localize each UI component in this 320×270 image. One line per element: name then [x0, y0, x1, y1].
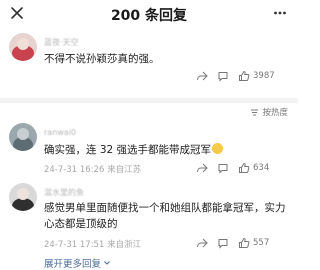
- comment-username[interactable]: 蓝夜·天空: [44, 37, 104, 48]
- comment-icon[interactable]: [217, 70, 229, 82]
- sort-icon: [251, 109, 259, 115]
- avatar[interactable]: [9, 123, 37, 151]
- like-count: 557: [253, 238, 270, 248]
- comment-actions: 634: [196, 162, 269, 174]
- comment-text: 感觉男单里面随便找一个和她组队都能拿冠军，实力心态都是顶级的: [44, 202, 286, 230]
- comment-actions: 557: [196, 237, 269, 249]
- like-icon[interactable]: [238, 162, 250, 174]
- comment-icon[interactable]: [217, 237, 229, 249]
- like-icon[interactable]: [238, 237, 250, 249]
- comment-icon[interactable]: [217, 162, 229, 174]
- comment-text: 确实强，连 32 强选手都能带成冠军: [44, 142, 289, 158]
- avatar[interactable]: [9, 183, 37, 211]
- header-bar: 200 条回复: [0, 0, 298, 28]
- more-horizontal-icon[interactable]: [273, 6, 287, 20]
- share-icon[interactable]: [196, 70, 208, 82]
- sort-toggle[interactable]: 按热度: [250, 106, 288, 118]
- page-title: 200 条回复: [110, 8, 188, 24]
- share-icon[interactable]: [196, 162, 208, 174]
- avatar[interactable]: [9, 33, 37, 61]
- comment-username[interactable]: 温水里的鱼: [44, 187, 99, 198]
- expand-more-replies-link[interactable]: 展开更多回复: [44, 256, 111, 270]
- expand-label: 展开更多回复: [44, 259, 102, 270]
- like-count: 634: [253, 163, 270, 173]
- like-icon[interactable]: [238, 70, 250, 82]
- comment-text: 不得不说孙颖莎真的强。: [44, 53, 160, 65]
- comment-meta: 24-7-31 16:26 来自江苏: [44, 165, 142, 175]
- comment-meta: 24-7-31 17:51 来自浙江: [44, 240, 142, 250]
- comment-actions: 3987: [196, 70, 275, 82]
- laughing-emoji-icon: [212, 143, 224, 154]
- chevron-down-icon: [104, 261, 110, 265]
- comment-username[interactable]: ranwai0: [44, 128, 94, 139]
- like-count: 3987: [253, 71, 275, 81]
- section-divider: [0, 98, 298, 103]
- share-icon[interactable]: [196, 237, 208, 249]
- sort-label: 按热度: [262, 108, 288, 118]
